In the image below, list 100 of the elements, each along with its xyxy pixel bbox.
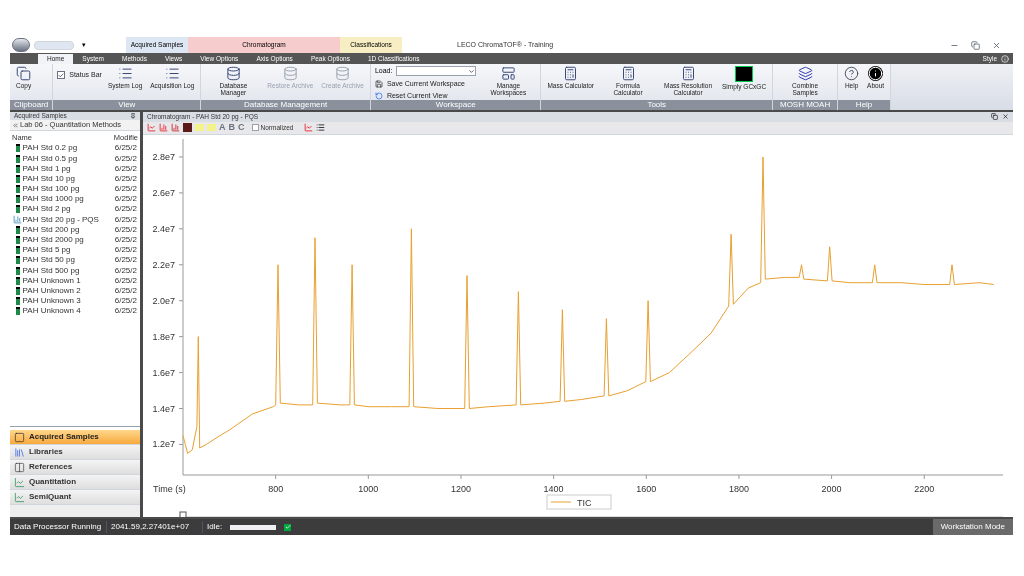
ribbon-group-label: Tools [541,100,773,110]
info-icon[interactable] [1001,55,1009,63]
calculator-icon [563,66,579,81]
list-icon [117,66,133,81]
y-tick-label: 2.8e7 [152,151,175,162]
modified-date: 6/25/2 [114,203,137,216]
x-tick-label: 1000 [358,483,379,494]
nav-button[interactable]: Quantitation [10,475,140,490]
database-icon [225,66,241,81]
chart-icon[interactable] [147,123,156,133]
sample-name: PAH Std 500 pg [22,264,81,277]
checkbox[interactable] [57,71,66,80]
sample-name: PAH Std 0.2 pg [22,142,79,155]
load-dropdown[interactable] [396,66,477,77]
sample-name: PAH Std 200 pg [22,224,81,236]
line-width-icon[interactable] [316,123,326,133]
sample-row[interactable]: PAH Std 1 pg 6/25/2 [10,163,140,174]
panel-icon [14,431,25,443]
close-icon[interactable] [1002,113,1009,121]
sample-row[interactable]: PAH Unknown 2 6/25/2 [10,285,140,297]
x-tick-label: 2000 [821,483,842,494]
modified-date: 6/25/2 [114,162,137,175]
sample-name: PAH Std 10 pg [22,173,76,185]
ribbon-group-label: Help [838,100,891,110]
ribbon-group-label: Database Management [201,100,370,110]
ribbon-group-label: Workspace [370,100,541,110]
sample-name: PAH Std 2000 pg [22,234,85,247]
screen-icon [735,66,754,82]
columns-icon [14,461,25,473]
sample-row[interactable]: PAH Std 500 pg 6/25/2 [10,265,140,276]
marker-icon[interactable] [183,123,192,133]
sample-row[interactable]: PAH Unknown 3 6/25/2 [10,296,140,307]
nav-button[interactable]: Acquired Samples [10,430,140,445]
sample-row[interactable]: PAH Unknown 1 6/25/2 [10,275,140,286]
window-icon [500,66,516,81]
nav-button[interactable]: Libraries [10,445,140,460]
sample-row[interactable]: PAH Std 20 pg - PQS 6/25/2 [10,214,140,225]
restore-icon[interactable] [991,113,998,121]
scroll-handle[interactable] [179,511,187,517]
info-icon [868,66,884,81]
sample-name: PAH Unknown 4 [22,305,82,318]
sample-row[interactable]: PAH Std 50 pg 6/25/2 [10,255,140,266]
x-tick-label: 1400 [543,483,564,494]
x-tick-label: 2200 [914,483,935,494]
nav-button[interactable]: SemiQuant [10,490,140,505]
sample-row[interactable]: PAH Std 2 pg 6/25/2 [10,204,140,215]
letter-toolbar-button[interactable]: A [219,123,226,133]
y-tick-label: 2.4e7 [152,223,175,234]
sample-name: PAH Unknown 1 [22,275,82,287]
help-icon [844,66,860,81]
restore-icon[interactable] [971,40,980,50]
status-message: Data Processor Running [13,521,103,533]
letter-toolbar-button[interactable]: B [228,123,235,133]
sample-row[interactable]: PAH Std 200 pg 6/25/2 [10,224,140,235]
sample-row[interactable]: PAH Std 10 pg 6/25/2 [10,173,140,184]
modified-date: 6/25/2 [114,274,137,287]
y-tick-label: 2.2e7 [152,259,175,270]
modified-date: 6/25/2 [114,254,137,267]
legend-box [546,494,612,510]
close-icon[interactable] [992,40,1001,50]
database-icon [282,66,298,81]
database-icon [335,66,351,81]
sample-row[interactable]: PAH Std 1000 pg 6/25/2 [10,194,140,205]
modified-date: 6/25/2 [114,284,137,297]
sample-name: PAH Std 50 pg [22,254,76,267]
calculator-icon [620,66,636,81]
sample-row[interactable]: PAH Std 2000 pg 6/25/2 [10,234,140,246]
sample-name: PAH Std 2 pg [22,203,72,216]
check-icon [58,71,65,79]
sample-name: PAH Std 20 pg - PQS [22,213,100,226]
sample-name: PAH Unknown 2 [22,284,82,297]
ribbon-group-label: Clipboard [10,100,53,110]
sample-row[interactable]: PAH Std 5 pg 6/25/2 [10,245,140,256]
line-chart-icon [14,491,25,503]
letter-toolbar-button[interactable]: C [238,123,245,133]
calculator-icon [680,66,696,81]
app-logo[interactable] [12,38,30,52]
modified-date: 6/25/2 [114,183,137,196]
sample-name: PAH Std 0.5 pg [22,152,79,165]
line-chart-icon [14,476,25,488]
sample-row[interactable]: PAH Unknown 4 6/25/2 [10,306,140,317]
mode-indicator: Workstation Mode [932,519,1013,535]
list-icon [164,66,180,81]
modified-date: 6/25/2 [114,172,137,185]
y-tick-label: 2.0e7 [152,295,175,306]
y-tick-label: 1.2e7 [152,439,175,450]
pin-icon[interactable] [130,113,136,119]
modified-date: 6/25/2 [114,223,137,236]
reset-icon [374,92,383,101]
nav-button[interactable]: References [10,460,140,475]
bar-chart-icon[interactable] [159,123,168,133]
x-tick-label: 1600 [636,483,657,494]
modified-date: 6/25/2 [114,213,137,226]
sample-row[interactable]: PAH Std 0.2 pg 6/25/2 [10,143,140,154]
idle-label: Idle: [202,521,223,533]
ok-icon [284,523,292,531]
sample-row[interactable]: PAH Std 100 pg 6/25/2 [10,184,140,195]
y-tick-label: 1.8e7 [152,331,175,342]
sample-row[interactable]: PAH Std 0.5 pg 6/25/2 [10,153,140,164]
checkbox[interactable] [251,124,259,132]
